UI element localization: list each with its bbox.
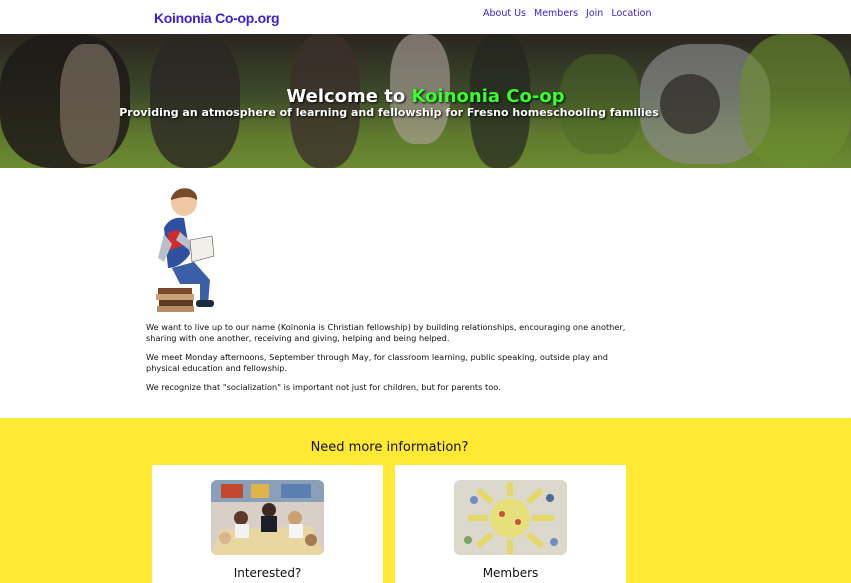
members-card-label[interactable]: Members <box>395 566 626 580</box>
socialization-paragraph: We recognize that "socialization" is imp… <box>146 382 501 392</box>
hero-title-prefix: Welcome to <box>286 86 412 107</box>
main-nav: About Us Members Join Location <box>483 8 652 19</box>
hero-subtitle: Providing an atmosphere of learning and … <box>119 106 659 119</box>
nav-members[interactable]: Members <box>534 8 578 19</box>
child-reading-image <box>156 188 215 312</box>
interested-card-label[interactable]: Interested? <box>152 566 383 580</box>
schedule-paragraph: We meet Monday afternoons, September thr… <box>146 352 608 373</box>
top-navbar: Koinonia Co-op.org About Us Members Join… <box>0 0 851 34</box>
handprint-art-image <box>454 480 567 555</box>
interested-card[interactable]: Interested? <box>152 465 383 583</box>
nav-location[interactable]: Location <box>611 8 651 19</box>
hero-banner: Welcome to Koinonia Co-op Providing an a… <box>0 34 851 168</box>
site-logo[interactable]: Koinonia Co-op.org <box>154 10 280 26</box>
members-card[interactable]: Members <box>395 465 626 583</box>
hero-title-accent: Koinonia Co-op <box>411 86 565 107</box>
classroom-image <box>211 480 324 555</box>
hero-title: Welcome to Koinonia Co-op <box>0 86 851 107</box>
info-section-title: Need more information? <box>310 440 469 455</box>
intro-paragraph: We want to live up to our name (Koinonia… <box>146 322 626 343</box>
nav-join[interactable]: Join <box>586 8 603 19</box>
nav-about-us[interactable]: About Us <box>483 8 526 19</box>
